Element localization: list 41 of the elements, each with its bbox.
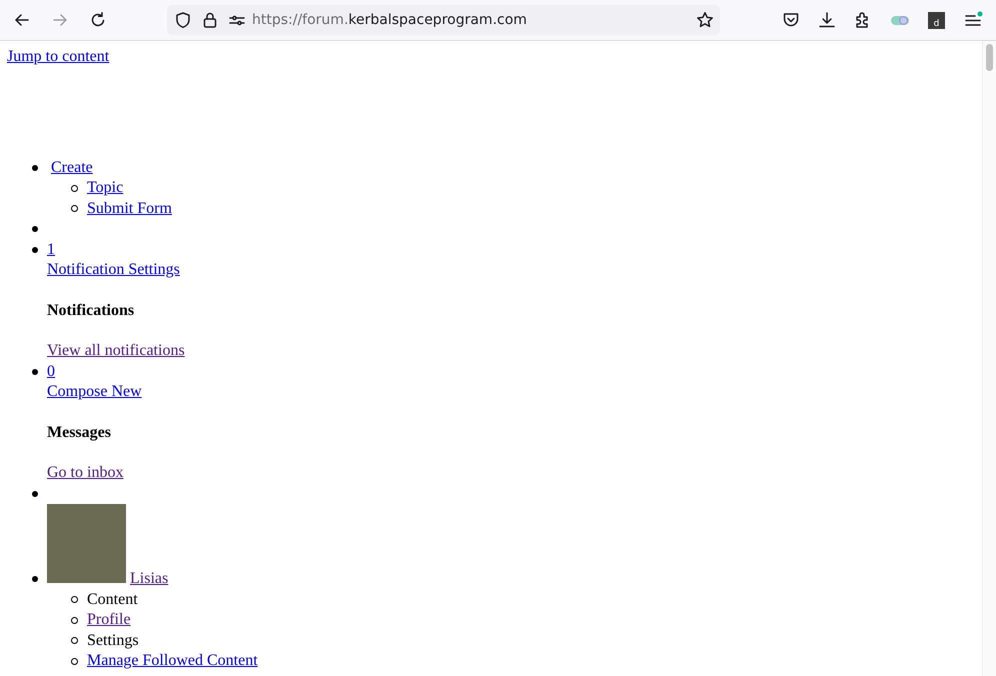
bullet-icon (32, 576, 38, 582)
panel-heading: Messages (47, 422, 111, 442)
create-link[interactable]: Create (51, 158, 93, 178)
extension-icon[interactable]: d (928, 12, 945, 28)
footer-link[interactable]: View all notifications (47, 341, 185, 362)
action-link[interactable]: Notification Settings (47, 260, 180, 280)
username-link[interactable]: Lisias (130, 570, 168, 587)
star-icon[interactable] (696, 11, 714, 29)
bullet-icon (32, 164, 38, 171)
bullet-icon (71, 596, 78, 604)
menu-link[interactable]: Profile (87, 610, 131, 630)
menu-icon[interactable] (963, 11, 983, 29)
menu-text: Content (87, 590, 138, 610)
lock-icon[interactable] (202, 11, 218, 29)
pocket-icon[interactable] (782, 11, 800, 29)
url-text[interactable]: https://forum.kerbalspaceprogram.com (252, 12, 685, 28)
bullet-icon (32, 490, 38, 497)
menu-text: Settings (87, 630, 139, 650)
shield-icon[interactable] (175, 11, 191, 29)
bullet-icon (71, 637, 78, 644)
bullet-icon (71, 616, 78, 624)
action-link[interactable]: Compose New (47, 382, 142, 402)
footer-link[interactable]: Go to inbox (47, 463, 124, 484)
count-link[interactable]: 1 (47, 240, 55, 260)
skip-link[interactable]: Jump to content (7, 48, 110, 65)
reload-icon[interactable] (89, 11, 107, 29)
bullet-icon (71, 205, 78, 212)
bullet-icon (32, 226, 38, 232)
address-bar[interactable]: https://forum.kerbalspaceprogram.com (167, 5, 720, 35)
bullet-icon (71, 184, 78, 192)
bullet-icon (32, 368, 38, 375)
menu-link[interactable]: Submit Form (87, 198, 172, 219)
count-link[interactable]: 0 (47, 362, 55, 382)
bullet-icon (71, 658, 78, 665)
download-icon[interactable] (818, 11, 836, 29)
menu-link[interactable]: Topic (87, 178, 124, 198)
menu-link[interactable]: Manage Followed Content (87, 651, 258, 672)
bullet-icon (32, 246, 38, 253)
panel-heading: Notifications (47, 300, 134, 320)
scrollbar-thumb[interactable] (986, 44, 993, 71)
scrollbar[interactable] (982, 41, 996, 676)
